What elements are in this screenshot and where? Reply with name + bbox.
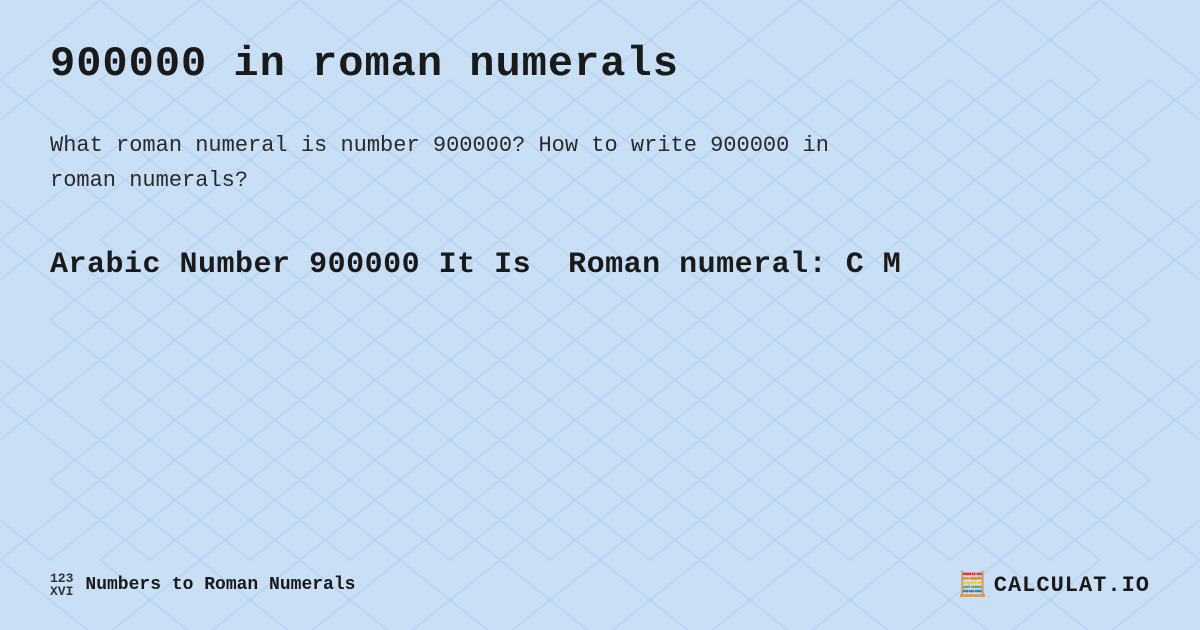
calculator-icon: 🧮 <box>958 570 988 600</box>
result-label: Arabic Number <box>50 248 291 282</box>
result-connector: It Is <box>439 248 532 282</box>
numbers-logo-icon: 123 XVI <box>50 572 73 598</box>
description-line2: roman numerals? <box>50 168 248 193</box>
result-section: Arabic Number 900000 It Is Roman numeral… <box>50 248 1150 282</box>
result-number: 900000 <box>309 248 420 282</box>
result-display: Arabic Number 900000 It Is Roman numeral… <box>50 248 1150 282</box>
footer: 123 XVI Numbers to Roman Numerals 🧮 CALC… <box>50 570 1150 600</box>
description-text: What roman numeral is number 900000? How… <box>50 128 1150 198</box>
result-type: Roman numeral: <box>568 248 827 282</box>
brand-text: CALCULAT.IO <box>994 573 1150 598</box>
description-line1: What roman numeral is number 900000? How… <box>50 133 829 158</box>
page-title: 900000 in roman numerals <box>50 40 1150 88</box>
logo-bottom-roman: XVI <box>50 585 73 598</box>
footer-left: 123 XVI Numbers to Roman Numerals <box>50 572 355 598</box>
footer-site-name: Numbers to Roman Numerals <box>85 575 355 595</box>
result-value: C M <box>846 248 902 282</box>
footer-right: 🧮 CALCULAT.IO <box>958 570 1150 600</box>
calculat-brand: CALCULAT.IO <box>994 573 1150 598</box>
